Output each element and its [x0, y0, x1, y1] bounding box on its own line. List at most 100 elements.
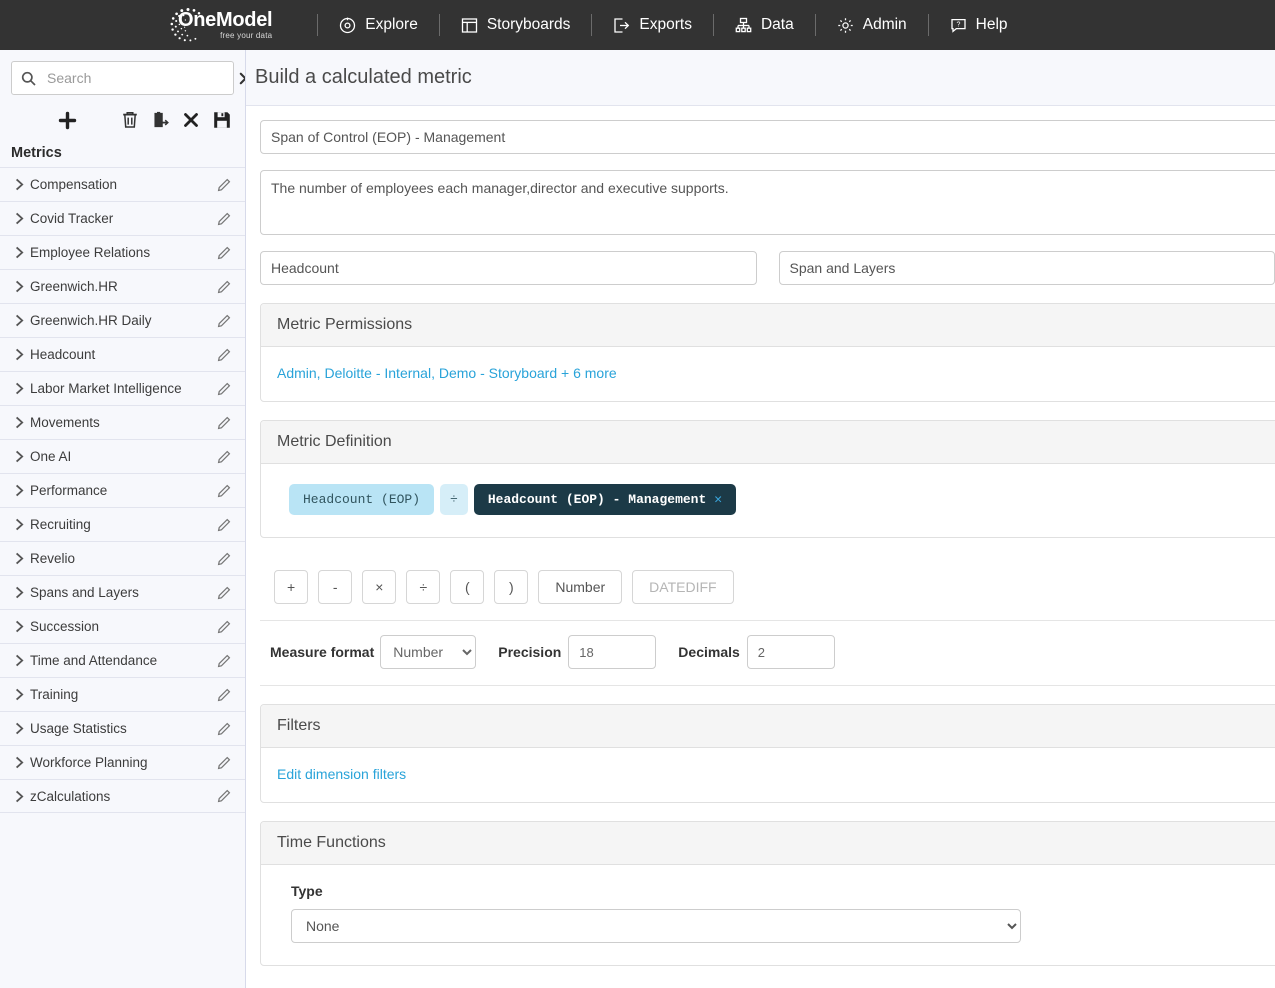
nav-label: Storyboards: [487, 16, 571, 34]
operator-minus-button[interactable]: -: [318, 570, 352, 604]
operator-plus-button[interactable]: +: [274, 570, 308, 604]
onemodel-logo[interactable]: OneModel free your data: [168, 2, 272, 48]
filters-panel: Filters Edit dimension filters: [260, 704, 1275, 803]
operator-button-row: + - × ÷ ( ) Number DATEDIFF: [260, 554, 1275, 621]
clear-search-icon[interactable]: [239, 72, 246, 85]
operator-number-button[interactable]: Number: [538, 570, 622, 604]
operator-multiply-button[interactable]: ×: [362, 570, 396, 604]
filters-body: Edit dimension filters: [261, 748, 1275, 802]
edit-pencil-icon[interactable]: [217, 722, 231, 736]
nav-separator: [317, 14, 318, 36]
sidebar-item-label: Headcount: [30, 347, 217, 362]
sidebar-item-greenwich-hr-daily[interactable]: Greenwich.HR Daily: [0, 303, 245, 337]
sidebar-item-one-ai[interactable]: One AI: [0, 439, 245, 473]
edit-pencil-icon[interactable]: [217, 552, 231, 566]
sidebar-item-spans-and-layers[interactable]: Spans and Layers: [0, 575, 245, 609]
search-box[interactable]: [11, 61, 234, 95]
nav-separator: [928, 14, 929, 36]
sidebar-item-label: Greenwich.HR: [30, 279, 217, 294]
edit-pencil-icon[interactable]: [217, 246, 231, 260]
save-button[interactable]: [213, 111, 231, 129]
nav-item-admin[interactable]: Admin: [829, 12, 915, 38]
sidebar-item-workforce-planning[interactable]: Workforce Planning: [0, 745, 245, 779]
sidebar-item-label: Training: [30, 687, 217, 702]
sidebar-item-succession[interactable]: Succession: [0, 609, 245, 643]
edit-dimension-filters-link[interactable]: Edit dimension filters: [277, 766, 406, 782]
chevron-right-icon: [8, 552, 30, 565]
category-input[interactable]: [260, 251, 757, 285]
sidebar-item-zcalculations[interactable]: zCalculations: [0, 779, 245, 813]
sidebar-item-performance[interactable]: Performance: [0, 473, 245, 507]
edit-pencil-icon[interactable]: [217, 314, 231, 328]
edit-pencil-icon[interactable]: [217, 688, 231, 702]
metric-name-input[interactable]: [260, 120, 1275, 154]
edit-pencil-icon[interactable]: [217, 518, 231, 532]
cancel-button[interactable]: [183, 112, 199, 128]
sidebar-toolbar: [0, 95, 245, 143]
sidebar-item-compensation[interactable]: Compensation: [0, 167, 245, 201]
edit-pencil-icon[interactable]: [217, 280, 231, 294]
formula-chip-term[interactable]: Headcount (EOP): [289, 484, 434, 515]
edit-pencil-icon[interactable]: [217, 484, 231, 498]
page-header: Build a calculated metric: [246, 50, 1275, 106]
sidebar-item-employee-relations[interactable]: Employee Relations: [0, 235, 245, 269]
sidebar-item-movements[interactable]: Movements: [0, 405, 245, 439]
nav-item-exports[interactable]: Exports: [605, 12, 700, 38]
edit-pencil-icon[interactable]: [217, 756, 231, 770]
metric-permissions-title: Metric Permissions: [261, 304, 1275, 347]
edit-pencil-icon[interactable]: [217, 416, 231, 430]
nav-item-storyboards[interactable]: Storyboards: [453, 12, 579, 38]
edit-pencil-icon[interactable]: [217, 654, 231, 668]
nav-item-explore[interactable]: Explore: [331, 12, 426, 38]
precision-input[interactable]: [568, 635, 656, 669]
chevron-right-icon: [8, 756, 30, 769]
sidebar-item-greenwich-hr[interactable]: Greenwich.HR: [0, 269, 245, 303]
nav-separator: [439, 14, 440, 36]
operator-open-paren-button[interactable]: (: [450, 570, 484, 604]
sidebar-item-labor-market-intelligence[interactable]: Labor Market Intelligence: [0, 371, 245, 405]
edit-pencil-icon[interactable]: [217, 450, 231, 464]
add-metric-button[interactable]: [12, 110, 122, 131]
subcategory-input[interactable]: [779, 251, 1275, 285]
sidebar-item-covid-tracker[interactable]: Covid Tracker: [0, 201, 245, 235]
metric-definition-title: Metric Definition: [261, 421, 1275, 464]
delete-button[interactable]: [122, 111, 138, 129]
nav-item-help[interactable]: ? Help: [942, 12, 1016, 38]
edit-pencil-icon[interactable]: [217, 586, 231, 600]
close-x-icon[interactable]: ✕: [714, 492, 722, 507]
edit-pencil-icon[interactable]: [217, 178, 231, 192]
formula-chip-operator[interactable]: ÷: [440, 484, 468, 515]
formula-chip-row: Headcount (EOP) ÷ Headcount (EOP) - Mana…: [277, 482, 1275, 519]
decimals-input[interactable]: [747, 635, 835, 669]
operator-divide-button[interactable]: ÷: [406, 570, 440, 604]
chevron-right-icon: [8, 450, 30, 463]
time-function-type-select[interactable]: None: [291, 909, 1021, 943]
edit-pencil-icon[interactable]: [217, 382, 231, 396]
export-arrow-icon: [613, 17, 630, 34]
metric-permissions-link[interactable]: Admin, Deloitte - Internal, Demo - Story…: [277, 365, 617, 381]
sidebar-item-time-and-attendance[interactable]: Time and Attendance: [0, 643, 245, 677]
edit-pencil-icon[interactable]: [217, 212, 231, 226]
sidebar-item-label: Movements: [30, 415, 217, 430]
nav-item-data[interactable]: Data: [727, 12, 802, 38]
measure-format-select[interactable]: Number: [380, 635, 476, 669]
sidebar-item-label: Succession: [30, 619, 217, 634]
metric-description-input[interactable]: [260, 170, 1275, 235]
sidebar-item-headcount[interactable]: Headcount: [0, 337, 245, 371]
top-navigation-bar: OneModel free your data Explore Storyboa…: [0, 0, 1275, 50]
time-functions-body: Type None: [261, 865, 1275, 965]
sidebar-item-revelio[interactable]: Revelio: [0, 541, 245, 575]
sidebar-item-label: Compensation: [30, 177, 217, 192]
formula-chip-selected[interactable]: Headcount (EOP) - Management ✕: [474, 484, 736, 515]
sidebar-item-training[interactable]: Training: [0, 677, 245, 711]
copy-export-button[interactable]: [152, 111, 169, 129]
edit-pencil-icon[interactable]: [217, 348, 231, 362]
sidebar-item-recruiting[interactable]: Recruiting: [0, 507, 245, 541]
operator-close-paren-button[interactable]: ): [494, 570, 528, 604]
sidebar-item-usage-statistics[interactable]: Usage Statistics: [0, 711, 245, 745]
sidebar-item-label: One AI: [30, 449, 217, 464]
edit-pencil-icon[interactable]: [217, 620, 231, 634]
nav-separator: [815, 14, 816, 36]
search-input[interactable]: [45, 69, 230, 87]
edit-pencil-icon[interactable]: [217, 789, 231, 803]
